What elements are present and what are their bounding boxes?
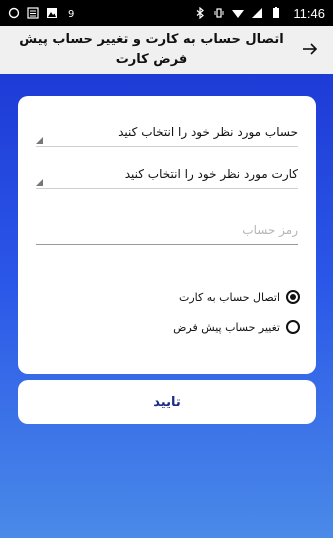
password-placeholder: رمز حساب <box>242 223 298 237</box>
wifi-icon <box>232 7 245 19</box>
radio-label-change-default: تغییر حساب پیش فرض <box>173 320 280 334</box>
vibrate-icon <box>213 7 225 19</box>
radio-label-link-account: اتصال حساب به کارت <box>178 290 280 304</box>
signal-icon <box>251 7 263 19</box>
radio-unchecked-icon[interactable] <box>286 320 300 334</box>
svg-text:9: 9 <box>68 9 74 19</box>
password-input[interactable]: رمز حساب <box>36 216 298 245</box>
status-right-icons: 11:46 <box>194 6 325 21</box>
battery-icon <box>270 7 282 19</box>
status-time: 11:46 <box>293 5 325 21</box>
card-select-label: کارت مورد نظر خود را انتخاب کنید <box>124 167 298 181</box>
status-left-icons: 9 <box>8 7 77 20</box>
back-button[interactable] <box>295 35 325 65</box>
card-select[interactable]: کارت مورد نظر خود را انتخاب کنید <box>36 160 298 189</box>
content-area: حساب مورد نظر خود را انتخاب کنید کارت مو… <box>0 74 333 538</box>
app-bar: اتصال حساب به کارت و تغییر حساب پیش فرض … <box>0 26 333 74</box>
radio-checked-icon[interactable] <box>286 290 300 304</box>
account-select-label: حساب مورد نظر خود را انتخاب کنید <box>118 125 298 139</box>
dropdown-triangle-icon <box>36 137 43 144</box>
radio-change-default[interactable]: تغییر حساب پیش فرض <box>173 320 300 334</box>
bluetooth-icon <box>194 6 206 20</box>
confirm-button[interactable]: تایید <box>18 380 316 424</box>
page-title: اتصال حساب به کارت و تغییر حساب پیش فرض … <box>19 32 284 67</box>
dropdown-triangle-icon <box>36 179 43 186</box>
nine-icon: 9 <box>65 7 77 20</box>
status-bar: 9 11:46 <box>0 0 333 26</box>
confirm-button-label: تایید <box>153 394 181 410</box>
arrow-right-icon <box>302 41 318 60</box>
form-card: حساب مورد نظر خود را انتخاب کنید کارت مو… <box>18 96 316 374</box>
sync-icon <box>8 7 20 19</box>
account-select[interactable]: حساب مورد نظر خود را انتخاب کنید <box>36 118 298 147</box>
news-icon <box>27 7 39 19</box>
radio-link-account[interactable]: اتصال حساب به کارت <box>179 290 300 304</box>
image-icon <box>46 7 58 19</box>
